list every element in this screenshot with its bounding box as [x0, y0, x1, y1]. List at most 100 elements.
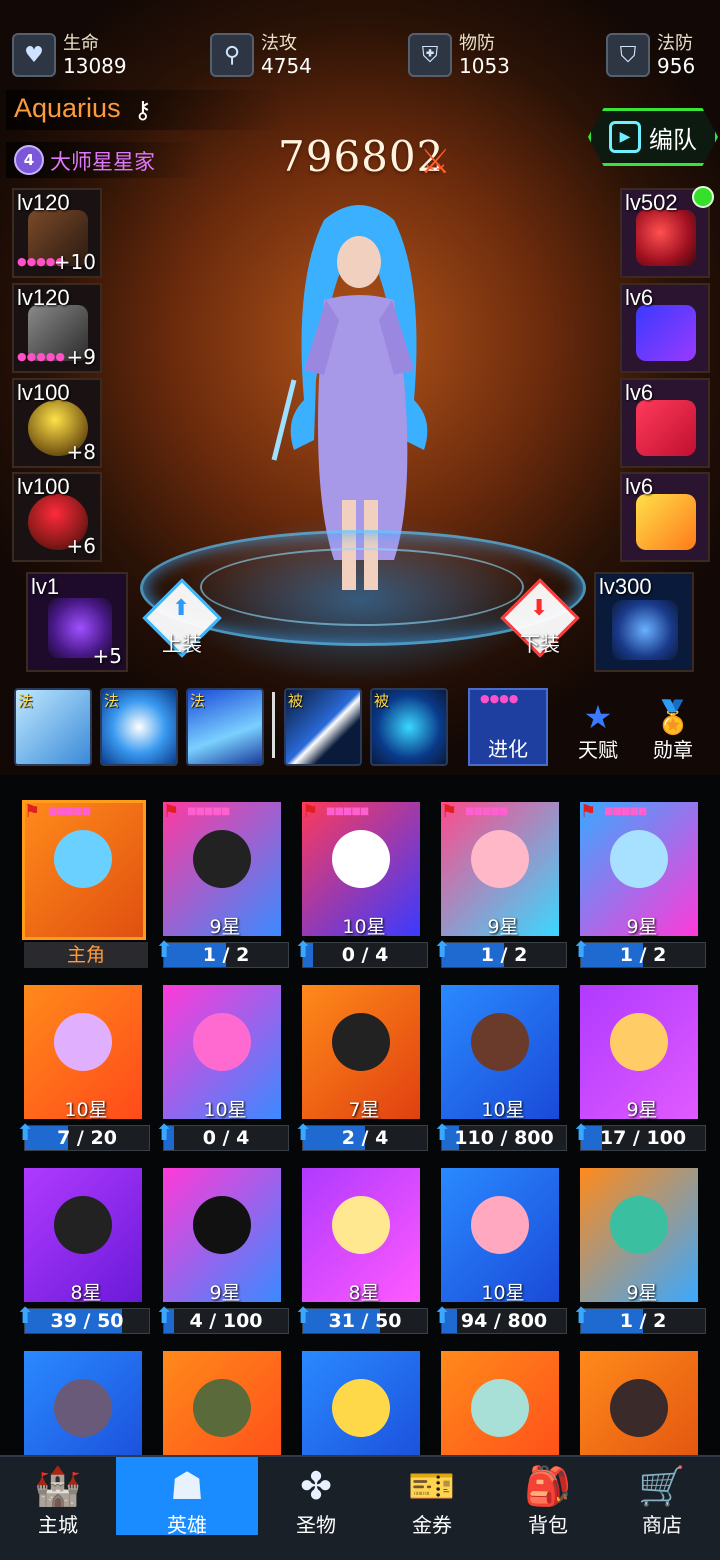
- shard-progress-text: 4 / 100: [189, 1310, 263, 1332]
- hero-face: [54, 830, 112, 888]
- shard-progress-bar: 0 / 4: [302, 942, 428, 968]
- shard-progress-text: 2 / 4: [341, 1127, 389, 1149]
- gear-plus: +6: [66, 534, 96, 558]
- shard-progress-bar: 1 / 2: [441, 942, 567, 968]
- stat-physical-defense: ⛨ 物防 1053: [408, 30, 510, 80]
- shard-progress-bar: 1 / 2: [163, 942, 289, 968]
- nav-label: 金券: [412, 1513, 452, 1537]
- medal-icon: 🏅: [653, 698, 693, 736]
- hero-face: [332, 1196, 390, 1254]
- shard-progress-text: 7 / 20: [57, 1127, 117, 1149]
- crystal-level: lv1: [31, 574, 60, 599]
- potion-slot-2[interactable]: lv6: [620, 378, 710, 468]
- equip-all-button[interactable]: ⬆ 上装: [142, 578, 222, 660]
- skill-tag: 法: [18, 692, 34, 710]
- nav-label: 英雄: [167, 1513, 207, 1537]
- shard-progress-bar: 4 / 100: [163, 1308, 289, 1334]
- flag-icon: ⚑: [441, 801, 458, 822]
- rename-key-icon[interactable]: ⚷: [134, 96, 152, 124]
- shard-progress-text: 1 / 2: [619, 944, 667, 966]
- hero-card[interactable]: 8星 31 / 50 ⬆: [294, 1156, 428, 1334]
- skill-ice-crystal[interactable]: 法: [14, 688, 92, 766]
- hero-card[interactable]: 8星 39 / 50 ⬆: [16, 1156, 150, 1334]
- hero-card[interactable]: ⚑ ■■■■■ 9星 1 / 2 ⬆: [155, 790, 289, 968]
- nav-relics[interactable]: ✤ 圣物: [258, 1457, 374, 1537]
- shard-progress-text: 94 / 800: [460, 1310, 548, 1332]
- hero-name: Aquarius: [14, 93, 121, 123]
- hero-stars: 9星: [626, 1282, 658, 1304]
- upgrade-arrow-icon: ⬆: [16, 1121, 35, 1146]
- stat-label: 生命: [63, 33, 99, 54]
- wings-icon: [612, 600, 678, 660]
- hero-face: [54, 1013, 112, 1071]
- skill-passive-blade[interactable]: 被: [284, 688, 362, 766]
- shard-progress-bar: 2 / 4: [302, 1125, 428, 1151]
- skill-snowflake[interactable]: 法: [100, 688, 178, 766]
- physical-defense-icon: ⛨: [408, 33, 452, 77]
- gear-slot-weapon[interactable]: lv120 ●●●●● +10: [12, 188, 102, 278]
- shard-progress-text: 0 / 4: [341, 944, 389, 966]
- hero-card[interactable]: 7星 2 / 4 ⬆: [294, 973, 428, 1151]
- hero-card[interactable]: ⚑ ■■■■■ 10星 0 / 4 ⬆: [294, 790, 428, 968]
- gear-level: lv100: [17, 474, 70, 499]
- rank-title: 大师星星家: [50, 150, 155, 174]
- hero-stars: 10星: [481, 1282, 525, 1304]
- stat-hp: ♥ 生命 13089: [12, 30, 127, 80]
- flag-icon: ⚑: [580, 801, 597, 822]
- potion-slot-3[interactable]: lv6: [620, 472, 710, 562]
- upgrade-arrow-icon: ⬆: [16, 1304, 35, 1329]
- shard-progress-text: 1 / 2: [480, 944, 528, 966]
- nav-shop[interactable]: 🛒 商店: [604, 1457, 720, 1537]
- gear-level: lv100: [17, 380, 70, 405]
- hero-face: [610, 1379, 668, 1437]
- flag-icon: ⚑: [24, 801, 41, 822]
- down-arrow-icon: ⬇: [530, 596, 549, 621]
- upgrade-arrow-icon: ⬆: [294, 938, 313, 963]
- notification-dot: [692, 186, 714, 208]
- stat-value: 4754: [261, 54, 312, 78]
- evolve-button[interactable]: ●●●● 进化: [468, 688, 548, 766]
- shard-progress-text: 1 / 2: [619, 1310, 667, 1332]
- wings-slot[interactable]: lv300: [594, 572, 694, 672]
- hero-stars: 9星: [487, 916, 519, 938]
- hero-card[interactable]: ⚑ ■■■■■ 主角: [22, 790, 148, 968]
- hero-card[interactable]: 10星 0 / 4 ⬆: [155, 973, 289, 1151]
- gear-slot-ring-2[interactable]: lv100 +6: [12, 472, 102, 562]
- hero-card[interactable]: 9星 4 / 100 ⬆: [155, 1156, 289, 1334]
- team-button[interactable]: ▶ 编队: [588, 108, 718, 166]
- upgrade-arrow-icon: ⬆: [155, 1304, 174, 1329]
- star-icon: ★: [583, 698, 613, 736]
- hero-card[interactable]: ⚑ ■■■■■ 9星 1 / 2 ⬆: [433, 790, 567, 968]
- stat-magic-defense: ⛉ 法防 956: [606, 30, 695, 80]
- hero-face: [610, 830, 668, 888]
- crystal-slot[interactable]: lv1 +5: [26, 572, 128, 672]
- stat-magic-attack: ⚲ 法攻 4754: [210, 30, 312, 80]
- gear-slot-armor[interactable]: lv120 ●●●●● +9: [12, 283, 102, 373]
- hero-card[interactable]: 10星 7 / 20 ⬆: [16, 973, 150, 1151]
- medal-button[interactable]: 🏅 勋章: [641, 700, 705, 766]
- nav-heroes[interactable]: ☗ 英雄: [116, 1457, 258, 1537]
- potion-slot-1[interactable]: lv6: [620, 283, 710, 373]
- talent-button[interactable]: ★ 天赋: [566, 700, 630, 766]
- nav-gold-ticket[interactable]: 🎫 金券: [374, 1457, 490, 1537]
- skill-passive-shield[interactable]: 被: [370, 688, 448, 766]
- nav-backpack[interactable]: 🎒 背包: [490, 1457, 606, 1537]
- red-gem-icon: [636, 210, 696, 266]
- hero-card[interactable]: ⚑ ■■■■■ 9星 1 / 2 ⬆: [572, 790, 706, 968]
- gear-slot-ring-1[interactable]: lv100 +8: [12, 378, 102, 468]
- stat-value: 13089: [63, 54, 127, 78]
- hero-face: [54, 1379, 112, 1437]
- hero-helmet-icon: ☗: [169, 1464, 205, 1508]
- shard-progress-text: 31 / 50: [328, 1310, 402, 1332]
- hero-face: [471, 1013, 529, 1071]
- hero-card[interactable]: 10星 94 / 800 ⬆: [433, 1156, 567, 1334]
- nav-main-city[interactable]: 🏰 主城: [0, 1457, 116, 1537]
- skill-divider: [272, 692, 275, 758]
- hero-card[interactable]: 9星 17 / 100 ⬆: [572, 973, 706, 1151]
- hero-card[interactable]: 9星 1 / 2 ⬆: [572, 1156, 706, 1334]
- skill-blizzard[interactable]: 法: [186, 688, 264, 766]
- gear-plus: +8: [66, 440, 96, 464]
- unequip-all-button[interactable]: ⬇ 下装: [500, 578, 580, 660]
- evolve-label: 进化: [488, 737, 528, 761]
- hero-card[interactable]: 10星 110 / 800 ⬆: [433, 973, 567, 1151]
